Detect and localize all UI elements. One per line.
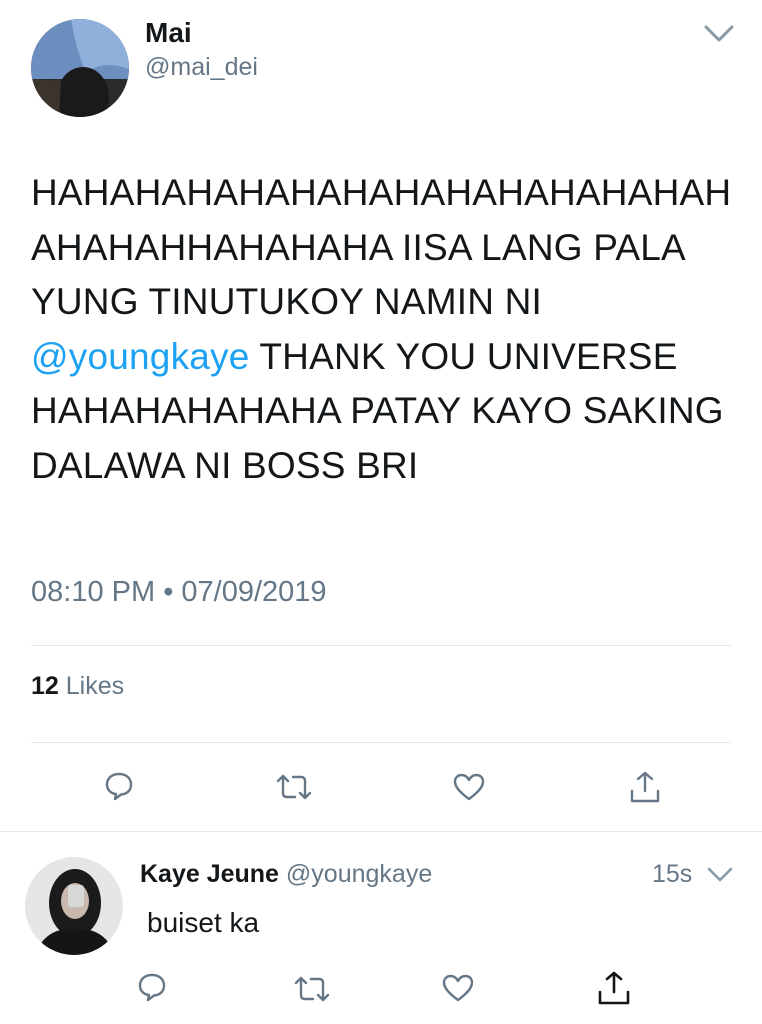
reply-age[interactable]: 15s xyxy=(652,860,692,889)
reply-author-avatar[interactable] xyxy=(25,857,123,955)
likes-link[interactable]: 12 Likes xyxy=(31,672,124,701)
reply-icon[interactable] xyxy=(137,972,167,1002)
share-icon[interactable] xyxy=(628,770,662,804)
likes-count: 12 xyxy=(31,672,59,700)
author-avatar[interactable] xyxy=(31,19,129,117)
tweet-time: 08:10 PM xyxy=(31,576,156,608)
separator-dot: • xyxy=(163,576,174,608)
retweet-icon[interactable] xyxy=(292,975,332,1003)
reply-text: buiset ka xyxy=(147,907,260,938)
likes-label: Likes xyxy=(65,672,125,700)
reply-author-name[interactable]: Kaye Jeune xyxy=(140,860,279,888)
tweet-text-before: HAHAHAHAHAHAHAHAHAHAHAHAHAH AHAHAHHAHAHA… xyxy=(31,172,732,322)
reply-author-handle[interactable]: @youngkaye xyxy=(286,860,432,888)
chevron-down-icon[interactable] xyxy=(703,24,735,44)
tweet-text: HAHAHAHAHAHAHAHAHAHAHAHAHAH AHAHAHHAHAHA… xyxy=(31,166,731,493)
divider xyxy=(31,742,731,743)
like-icon[interactable] xyxy=(441,973,475,1003)
divider xyxy=(31,645,731,646)
mention-link[interactable]: @youngkaye xyxy=(31,336,250,377)
divider xyxy=(0,831,762,832)
tweet-timestamp[interactable]: 08:10 PM • 07/09/2019 xyxy=(31,576,327,609)
retweet-icon[interactable] xyxy=(274,773,314,801)
share-icon[interactable] xyxy=(596,970,632,1006)
author-name[interactable]: Mai xyxy=(145,17,192,49)
like-icon[interactable] xyxy=(452,772,486,802)
reply-icon[interactable] xyxy=(104,771,134,801)
tweet-date: 07/09/2019 xyxy=(181,576,327,608)
chevron-down-icon[interactable] xyxy=(707,867,733,883)
author-handle[interactable]: @mai_dei xyxy=(145,53,258,82)
reply-header: Kaye Jeune @youngkaye xyxy=(140,860,432,889)
